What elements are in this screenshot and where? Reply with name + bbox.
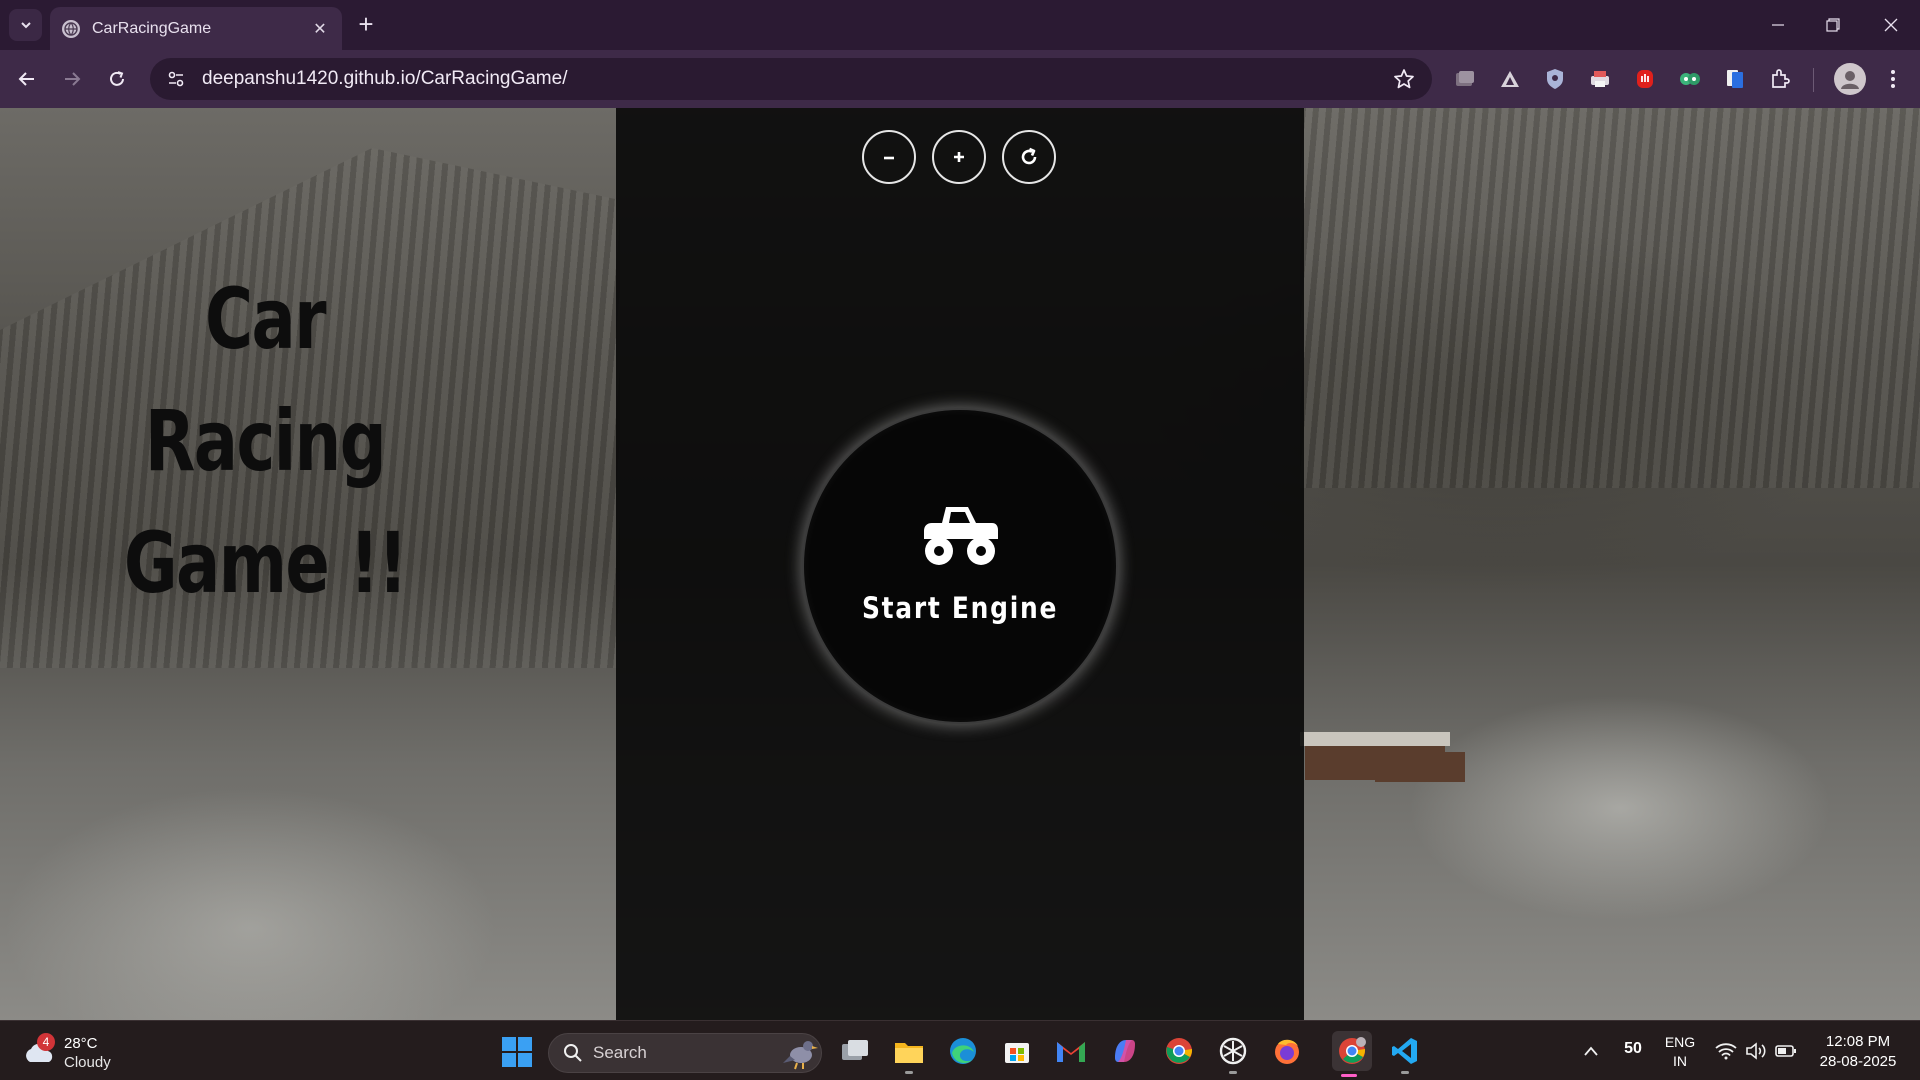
extensions-puzzle-icon[interactable] (1767, 66, 1793, 92)
windows-start-icon[interactable] (502, 1037, 532, 1067)
tab-groups-extension-icon[interactable] (1452, 66, 1478, 92)
cabin-roof-image (1300, 732, 1450, 746)
copilot-icon[interactable] (1108, 1034, 1142, 1068)
chevron-down-icon (20, 22, 31, 29)
back-button[interactable] (12, 64, 42, 94)
hand-stop-extension-icon[interactable] (1632, 66, 1658, 92)
minimize-button[interactable] (1758, 10, 1798, 40)
monster-truck-icon (924, 507, 998, 565)
title-line-2: Game !! (123, 514, 408, 612)
docs-extension-icon[interactable] (1722, 66, 1748, 92)
reload-button[interactable] (102, 64, 132, 94)
wifi-icon[interactable] (1713, 1034, 1739, 1068)
shield-extension-icon[interactable] (1542, 66, 1568, 92)
game-extension-icon[interactable] (1677, 66, 1703, 92)
drive-extension-icon[interactable] (1497, 66, 1523, 92)
browser-titlebar: CarRacingGame ✕ + (0, 0, 1920, 50)
taskbar-search[interactable]: Search (548, 1033, 822, 1073)
battery-icon[interactable] (1773, 1034, 1799, 1068)
volume-icon[interactable] (1743, 1034, 1769, 1068)
restore-button[interactable] (1813, 10, 1853, 40)
url-text[interactable]: deepanshu1420.github.io/CarRacingGame/ (202, 68, 1384, 90)
minus-icon (884, 156, 894, 160)
weather-widget[interactable]: 4 28°C Cloudy (22, 1031, 132, 1073)
clock-date: 28-08-2025 (1819, 1053, 1897, 1070)
language-indicator[interactable]: ENG IN (1660, 1033, 1700, 1071)
arrow-right-icon (65, 72, 81, 86)
title-line-1: Car Racing (144, 270, 387, 490)
tab-search-button[interactable] (9, 9, 42, 41)
minimize-icon (1772, 24, 1784, 26)
weather-temperature: 28°C (64, 1035, 98, 1052)
gmail-icon[interactable] (1054, 1034, 1088, 1068)
file-explorer-icon[interactable] (892, 1034, 926, 1074)
new-tab-button[interactable]: + (352, 11, 380, 39)
language-line-1: ENG (1664, 1034, 1696, 1050)
close-window-button[interactable] (1871, 10, 1911, 40)
plus-icon (954, 152, 964, 162)
edge-browser-icon[interactable] (946, 1034, 980, 1068)
page-title: Car Racing Game !! (55, 258, 475, 624)
restart-icon (1021, 147, 1037, 165)
tab-title: CarRacingGame (92, 19, 212, 37)
forward-button[interactable] (57, 64, 87, 94)
task-view-icon[interactable] (838, 1034, 872, 1068)
vscode-icon[interactable] (1388, 1034, 1422, 1074)
site-info-icon[interactable] (154, 69, 198, 89)
bookmark-star-icon[interactable] (1384, 68, 1424, 90)
search-label: Search (593, 1043, 647, 1062)
clock[interactable]: 12:08 PM 28-08-2025 (1808, 1032, 1908, 1072)
search-icon (564, 1044, 582, 1062)
browser-tab[interactable]: CarRacingGame ✕ (50, 7, 342, 50)
menu-kebab-icon[interactable] (1880, 66, 1906, 92)
chrome-icon[interactable] (1162, 1034, 1196, 1068)
address-bar[interactable]: deepanshu1420.github.io/CarRacingGame/ (150, 58, 1432, 100)
toolbar-divider (1813, 68, 1814, 92)
decrease-speed-button[interactable] (862, 130, 916, 184)
restart-button[interactable] (1002, 130, 1056, 184)
increase-speed-button[interactable] (932, 130, 986, 184)
start-engine-button[interactable]: Start Engine (802, 408, 1118, 724)
language-line-2: IN (1673, 1053, 1687, 1069)
microsoft-store-icon[interactable] (1000, 1034, 1034, 1068)
start-engine-label: Start Engine (861, 591, 1059, 625)
restore-icon (1826, 18, 1840, 32)
cabin-image (1375, 752, 1465, 782)
chrome-profile-active-icon[interactable] (1332, 1031, 1372, 1077)
printer-extension-icon[interactable] (1587, 66, 1613, 92)
bird-mascot-icon (783, 1041, 818, 1070)
tab-close-icon[interactable]: ✕ (310, 19, 330, 39)
clock-time: 12:08 PM (1825, 1033, 1891, 1050)
profile-avatar[interactable] (1834, 63, 1866, 95)
game-page: Car Racing Game !! Start Engine (0, 108, 1920, 1020)
windows-taskbar: 4 28°C Cloudy Search 50 ENG IN 12:08 PM … (0, 1020, 1920, 1080)
weather-badge: 4 (37, 1033, 55, 1051)
chevron-up-icon[interactable] (1578, 1034, 1604, 1068)
tray-counter[interactable]: 50 (1616, 1040, 1650, 1058)
chatgpt-icon[interactable] (1216, 1034, 1250, 1074)
weather-condition: Cloudy (64, 1054, 111, 1071)
arrow-left-icon (18, 72, 34, 86)
forest-background-right (1300, 108, 1920, 488)
close-icon (1884, 18, 1898, 32)
game-panel: Start Engine (616, 108, 1304, 1020)
browser-toolbar: deepanshu1420.github.io/CarRacingGame/ (0, 50, 1920, 108)
globe-icon (62, 19, 80, 38)
firefox-icon[interactable] (1270, 1034, 1304, 1068)
reload-icon (110, 71, 124, 86)
